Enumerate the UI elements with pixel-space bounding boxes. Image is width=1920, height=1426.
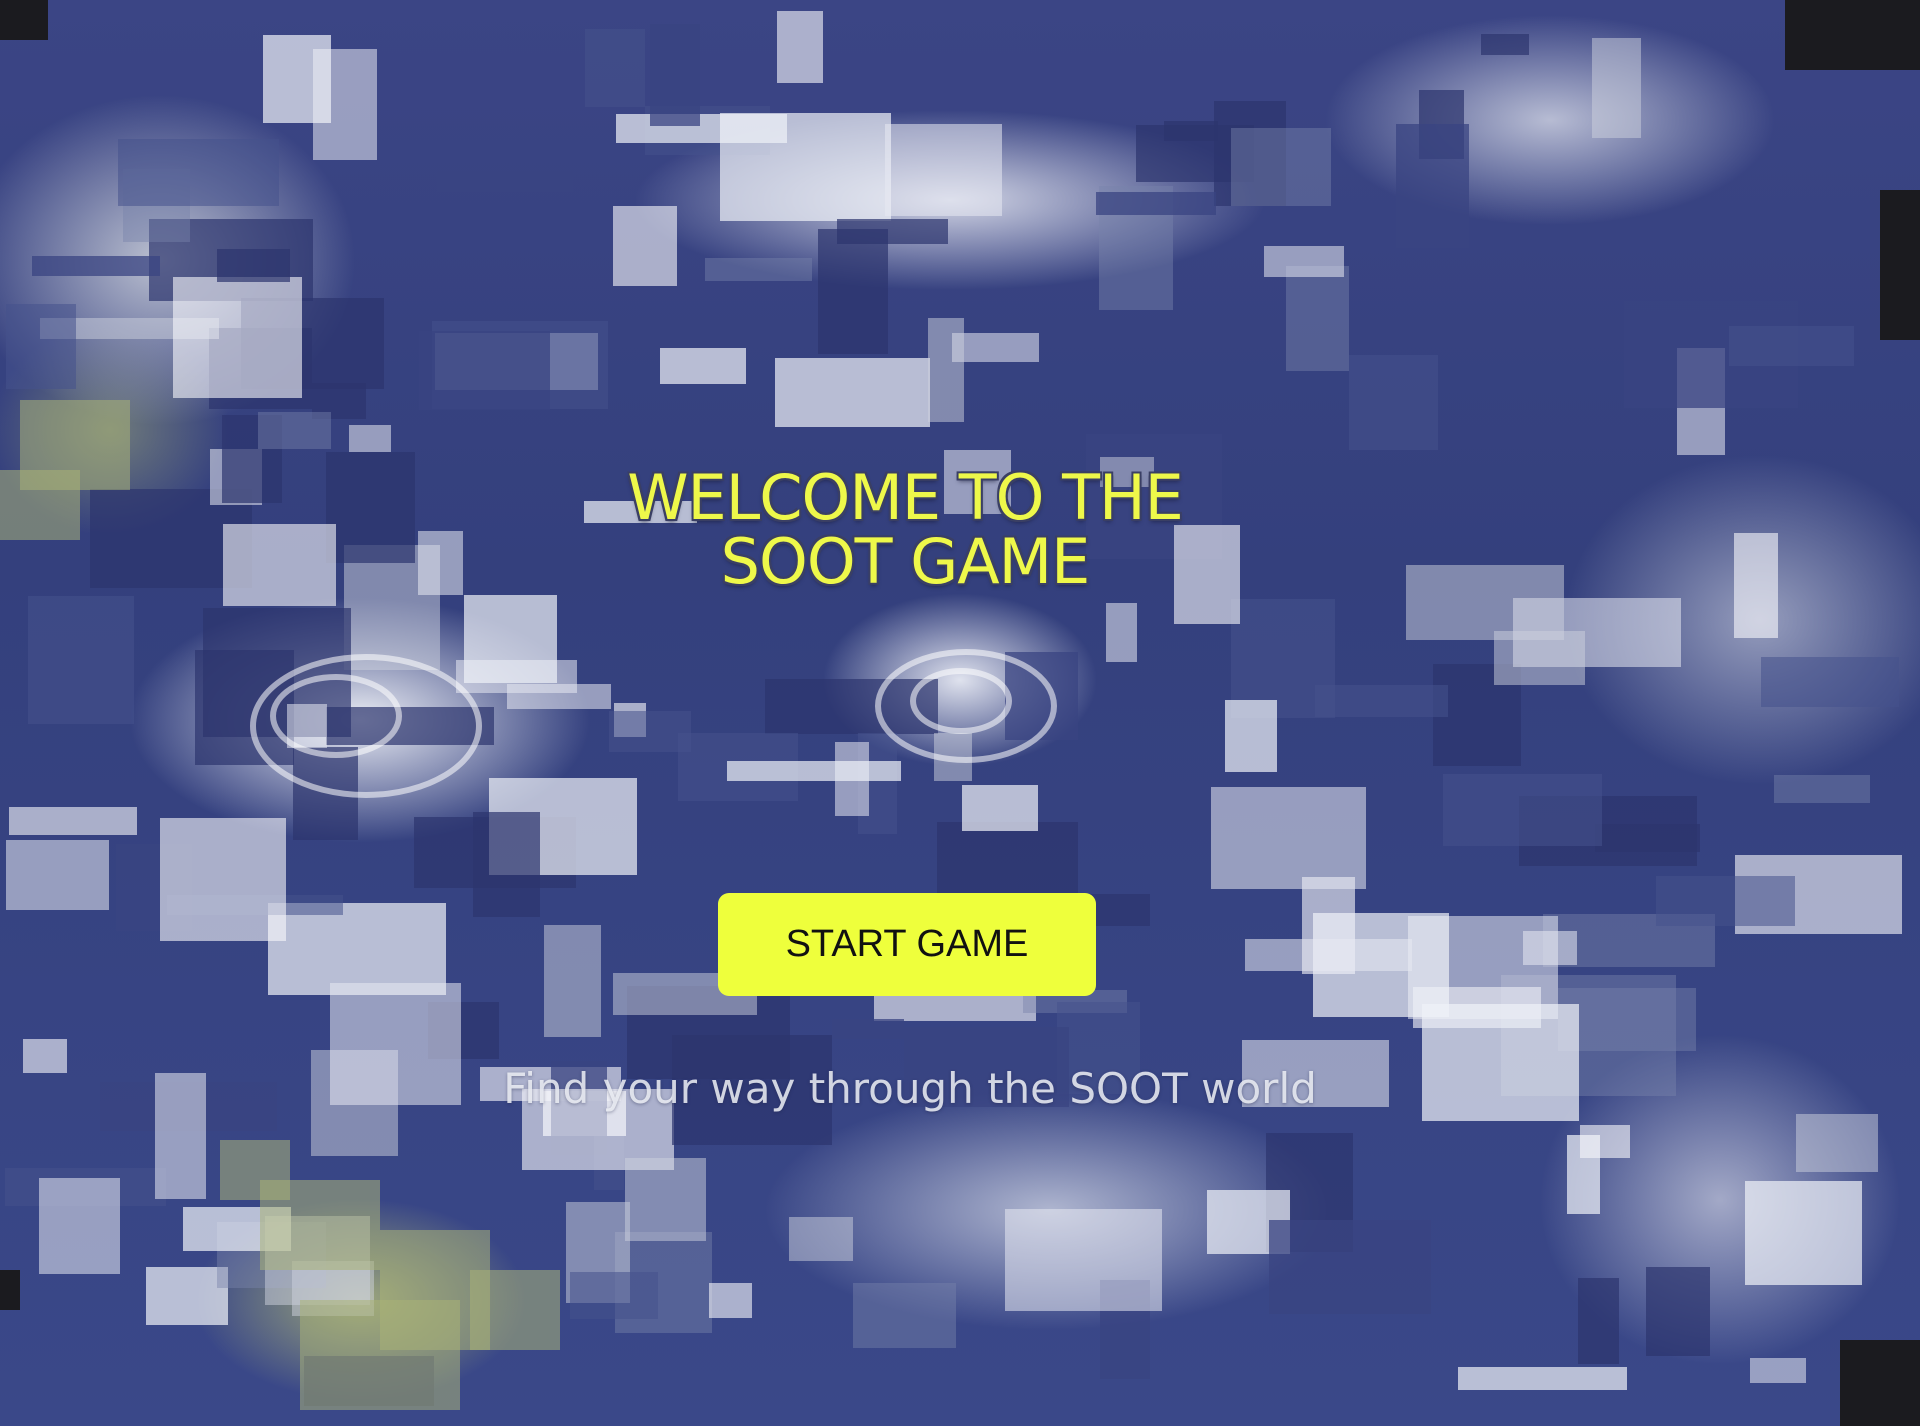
glitch-tile: [775, 358, 930, 427]
glitch-tile: [1225, 700, 1277, 772]
glitch-tile: [258, 412, 331, 449]
game-subtitle: Find your way through the SOOT world: [503, 1064, 1317, 1113]
glitch-tile: [1406, 565, 1564, 640]
glitch-corner: [1880, 190, 1920, 340]
glitch-tile: [263, 35, 331, 123]
land-tile: [0, 470, 80, 540]
glitch-tile: [1396, 124, 1469, 248]
land-tile: [470, 1270, 560, 1350]
glitch-tile: [6, 840, 109, 910]
glitch-tile: [1096, 192, 1216, 215]
glitch-tile: [9, 807, 137, 835]
storm-swirl: [250, 654, 482, 798]
glitch-tile: [585, 29, 645, 107]
glitch-tile: [39, 1178, 120, 1274]
glitch-tile: [1231, 128, 1331, 206]
glitch-tile: [28, 596, 134, 724]
glitch-tile: [616, 114, 787, 143]
glitch-corner: [1785, 0, 1920, 70]
glitch-tile: [1774, 775, 1870, 803]
glitch-tile: [473, 812, 540, 917]
glitch-tile: [777, 11, 823, 83]
game-title: WELCOME TO THE SOOT GAME: [627, 461, 1184, 598]
glitch-tile: [1481, 34, 1529, 55]
glitch-tile: [1745, 1181, 1862, 1285]
glitch-tile: [1578, 1278, 1619, 1364]
glitch-tile: [818, 229, 888, 354]
glitch-tile: [832, 1019, 904, 1039]
glitch-tile: [709, 1283, 752, 1318]
glitch-tile: [6, 304, 76, 389]
glitch-tile: [173, 277, 302, 398]
glitch-tile: [1796, 1114, 1878, 1172]
glitch-tile: [217, 249, 290, 282]
glitch-tile: [155, 1073, 206, 1199]
glitch-tile: [1211, 787, 1366, 889]
storm-swirl: [875, 649, 1057, 763]
glitch-tile: [650, 24, 700, 126]
glitch-tile: [1422, 1004, 1579, 1121]
glitch-tile: [1580, 1125, 1630, 1158]
glitch-tile: [1005, 1209, 1162, 1311]
glitch-tile: [1269, 1220, 1431, 1314]
glitch-tile: [928, 318, 964, 422]
glitch-tile: [885, 124, 1002, 216]
glitch-tile: [962, 785, 1038, 831]
glitch-tile: [1245, 939, 1412, 971]
glitch-tile: [418, 531, 463, 595]
glitch-tile: [544, 925, 601, 1037]
glitch-tile: [1656, 876, 1795, 926]
glitch-tile: [570, 1272, 658, 1319]
game-start-screen: WELCOME TO THE SOOT GAME START GAME Find…: [0, 0, 1920, 1426]
glitch-tile: [1761, 657, 1899, 707]
glitch-tile: [1458, 1367, 1627, 1390]
glitch-tile: [937, 822, 1078, 900]
glitch-tile: [1750, 1358, 1806, 1383]
glitch-tile: [1443, 774, 1602, 846]
glitch-tile: [1106, 603, 1137, 662]
glitch-tile: [1315, 685, 1448, 717]
land-tile: [220, 1140, 290, 1200]
glitch-tile: [1349, 355, 1438, 450]
land-tile: [300, 1300, 460, 1410]
glitch-tile: [146, 1267, 228, 1325]
glitch-tile: [268, 903, 446, 995]
glitch-tile: [118, 139, 279, 206]
glitch-tile: [609, 711, 691, 752]
glitch-tile: [1264, 246, 1344, 277]
glitch-tile: [464, 595, 557, 683]
glitch-tile: [223, 524, 336, 606]
start-game-button[interactable]: START GAME: [718, 893, 1096, 996]
glitch-corner: [1840, 1340, 1920, 1426]
glitch-corner: [0, 1270, 20, 1310]
glitch-tile: [326, 452, 415, 563]
glitch-tile: [1646, 1267, 1710, 1356]
glitch-corner: [0, 0, 48, 40]
glitch-tile: [160, 818, 286, 941]
glitch-tile: [660, 348, 746, 384]
glitch-tile: [32, 256, 160, 276]
glitch-tile: [625, 1158, 706, 1241]
glitch-tile: [419, 331, 550, 410]
glitch-tile: [1592, 38, 1641, 138]
glitch-tile: [23, 1039, 67, 1073]
glitch-tile: [789, 1217, 853, 1261]
glitch-tile: [1734, 533, 1778, 638]
glitch-tile: [705, 258, 812, 281]
glitch-tile: [349, 425, 391, 452]
glitch-tile: [437, 171, 573, 192]
glitch-tile: [613, 206, 677, 286]
glitch-tile: [1729, 326, 1854, 366]
glitch-tile: [727, 761, 901, 781]
glitch-tile: [952, 333, 1039, 362]
glitch-tile: [853, 1283, 956, 1348]
glitch-tile: [1286, 266, 1349, 371]
